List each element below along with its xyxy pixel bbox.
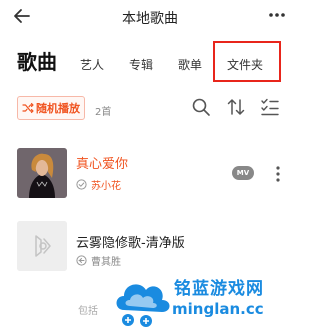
song-title: 云雾隐修歌-清净版 — [76, 236, 185, 251]
site-watermark: 铭蓝游戏网 minglan.cc — [110, 270, 300, 328]
tab-playlists[interactable]: 歌单 — [178, 56, 202, 73]
more-vertical-icon — [276, 166, 280, 182]
song-toolbar: 随机播放 2首 — [0, 94, 300, 126]
tab-folders-highlight-box — [213, 41, 281, 82]
album-cover — [17, 148, 67, 198]
song-more-button[interactable] — [268, 164, 288, 184]
tab-songs[interactable]: 歌曲 — [17, 46, 57, 75]
song-title: 真心爱你 — [76, 157, 129, 172]
downloaded-check-icon — [76, 179, 87, 190]
song-artist-line: 苏小花 — [76, 177, 121, 192]
cloud-logo-icon — [116, 284, 170, 327]
page-title: 本地歌曲 — [122, 11, 178, 27]
shuffle-play-button[interactable]: 随机播放 — [17, 96, 85, 120]
music-placeholder-icon — [17, 221, 67, 271]
song-artist-line: 曹其胜 — [76, 253, 121, 268]
more-button[interactable] — [266, 4, 288, 26]
search-button[interactable] — [190, 96, 212, 118]
multi-select-icon — [261, 98, 279, 116]
album-cover-placeholder — [17, 221, 67, 271]
tab-artists[interactable]: 艺人 — [80, 56, 104, 73]
more-horizontal-icon — [269, 13, 285, 17]
watermark-text-cn: 铭蓝游戏网 — [174, 279, 264, 299]
local-file-icon — [76, 255, 87, 266]
tab-albums[interactable]: 专辑 — [129, 56, 153, 73]
watermark-text-url: minglan.cc — [172, 300, 264, 318]
search-icon — [192, 98, 210, 116]
multi-select-button[interactable] — [259, 96, 281, 118]
shuffle-play-label: 随机播放 — [36, 102, 80, 115]
song-artist: 苏小花 — [91, 181, 121, 192]
sort-icon — [227, 99, 245, 115]
song-row-1[interactable]: 真心爱你 苏小花 — [0, 140, 300, 210]
sort-button[interactable] — [225, 96, 247, 118]
song-artist: 曹其胜 — [91, 257, 121, 268]
top-bar: 本地歌曲 — [0, 0, 300, 34]
bottom-hint-text: 包括 — [78, 306, 98, 317]
album-cover-art — [17, 148, 67, 198]
mv-badge[interactable]: MV — [232, 166, 254, 180]
song-count: 2首 — [95, 107, 112, 118]
shuffle-icon — [22, 102, 34, 114]
